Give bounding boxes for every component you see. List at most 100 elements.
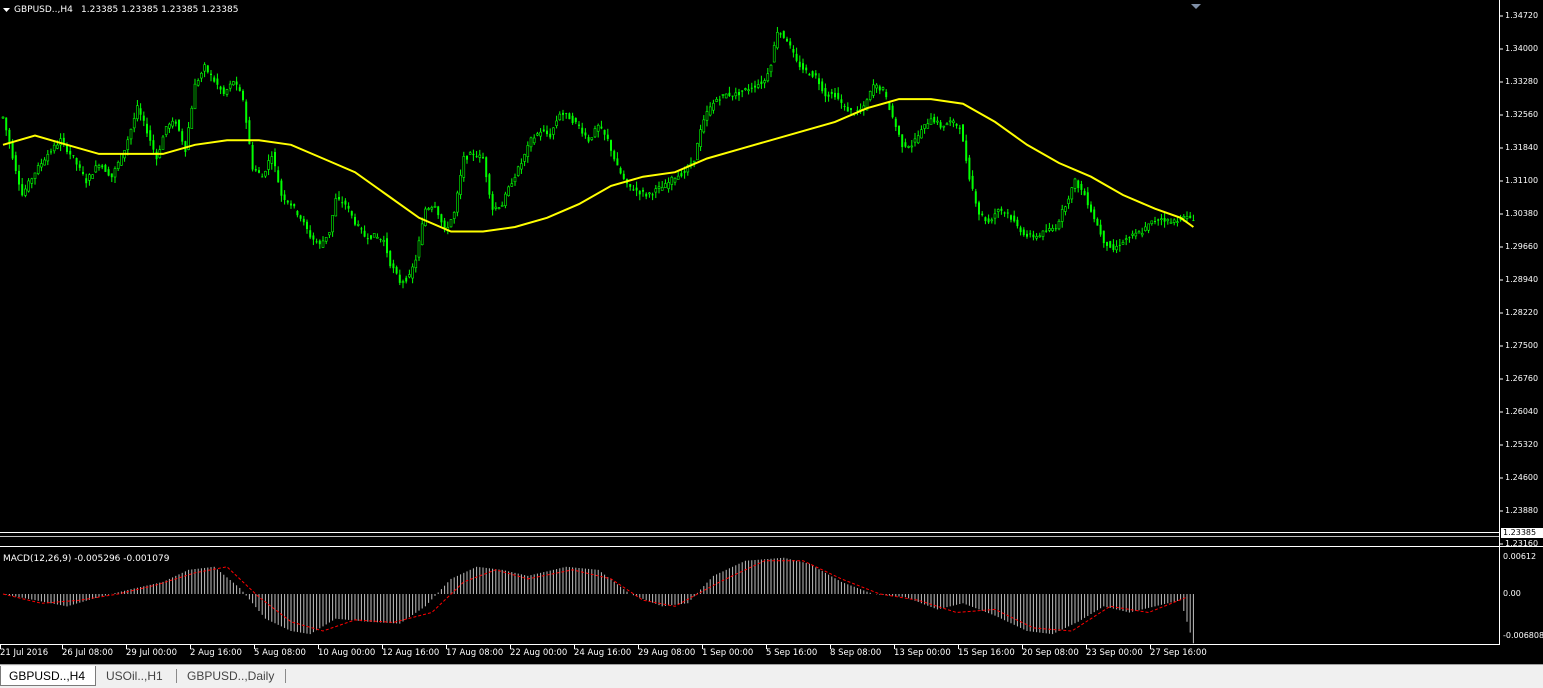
price-tick-label: 1.24600 (1505, 473, 1539, 482)
candle-body (475, 156, 478, 158)
candle-body (1054, 228, 1057, 230)
candle-body (1182, 215, 1186, 219)
time-tick-label: 29 Jul 00:00 (126, 648, 177, 658)
candle-body (222, 87, 225, 94)
candle-body (491, 194, 494, 210)
macd-indicator-label: MACD(12,26,9) -0.005296 -0.001079 (3, 554, 170, 564)
candle-body (168, 123, 171, 129)
candle-body (36, 165, 40, 174)
shift-marker-icon[interactable] (1191, 4, 1201, 9)
chart-canvas[interactable] (0, 0, 1543, 664)
candle-body (1029, 233, 1032, 235)
candle-body (728, 92, 731, 96)
price-tick-label: 1.28220 (1505, 308, 1539, 317)
candle-body (923, 124, 926, 129)
candle-body (568, 113, 571, 120)
candle-body (1185, 216, 1189, 219)
candle-body (149, 130, 152, 141)
candle-body (94, 165, 98, 173)
candle-body (40, 163, 43, 168)
candle-body (18, 170, 20, 185)
candle-body (1077, 180, 1080, 189)
candle-body (228, 83, 232, 89)
candle-body (993, 213, 997, 219)
tab-usoil-h1[interactable]: USOil..,H1 (98, 666, 178, 686)
candle-body (350, 211, 353, 216)
time-tick-label: 26 Jul 08:00 (62, 648, 113, 658)
tab-gbpusd-daily[interactable]: GBPUSD..,Daily (179, 666, 285, 686)
candle-body (1, 116, 5, 119)
candle-body (827, 94, 830, 97)
candle-body (606, 134, 609, 139)
candle-body (420, 223, 424, 245)
candle-body (91, 174, 94, 179)
candle-body (344, 200, 347, 205)
candle-body (392, 263, 395, 269)
candle-body (910, 145, 914, 148)
candle-body (600, 126, 603, 129)
symbol-label: GBPUSD..,H4 (14, 5, 73, 15)
price-tick-label: 1.26040 (1505, 407, 1539, 416)
chart-tabs-bar: GBPUSD..,H4 USOil..,H1 GBPUSD..,Daily (0, 664, 1543, 688)
candle-body (843, 105, 846, 107)
candle-body (354, 216, 356, 225)
candle-body (593, 128, 597, 138)
candle-body (958, 127, 961, 130)
candle-body (552, 127, 555, 135)
candle-body (945, 123, 949, 126)
candle-body (702, 119, 706, 133)
candle-body (936, 120, 939, 123)
candle-body (142, 115, 145, 121)
candle-body (971, 175, 974, 189)
candle-body (818, 78, 820, 85)
candle-body (721, 94, 725, 96)
candle-body (578, 124, 580, 126)
candle-body (654, 188, 658, 193)
candle-body (452, 212, 456, 219)
time-tick-label: 24 Aug 16:00 (574, 648, 632, 658)
time-tick-label: 13 Sep 00:00 (894, 648, 951, 658)
triangle-down-icon[interactable] (2, 4, 11, 16)
candle-body (324, 236, 328, 242)
candle-body (1134, 232, 1138, 237)
candle-body (744, 88, 747, 90)
candle-body (840, 99, 843, 103)
candle-body (104, 164, 107, 172)
ohlc-values: 1.23385 1.23385 1.23385 1.23385 (81, 5, 239, 15)
tab-gbpusd-h4[interactable]: GBPUSD..,H4 (0, 666, 96, 686)
candle-body (664, 183, 667, 188)
time-tick-label: 17 Aug 08:00 (446, 648, 504, 658)
price-tick-label: 1.34000 (1505, 44, 1539, 53)
candle-body (1140, 233, 1144, 236)
candle-body (776, 32, 779, 49)
candle-body (296, 210, 299, 216)
candle-body (532, 137, 536, 144)
candles-layer (1, 26, 1195, 289)
candle-body (795, 53, 798, 61)
candle-body (648, 192, 651, 195)
candle-body (152, 140, 155, 150)
candle-body (667, 182, 670, 189)
candle-body (565, 113, 568, 115)
candle-body (1038, 235, 1042, 238)
candle-body (1090, 204, 1092, 212)
candle-body (372, 233, 376, 238)
candle-body (200, 72, 203, 79)
candle-body (885, 91, 888, 98)
candle-body (277, 170, 280, 183)
candle-body (306, 221, 308, 230)
candle-body (1041, 230, 1045, 237)
candle-body (1172, 219, 1176, 223)
candle-body (116, 161, 120, 169)
candle-body (715, 98, 718, 102)
candle-body (178, 119, 180, 131)
candle-body (731, 95, 734, 97)
candle-body (466, 155, 468, 160)
candle-body (449, 219, 453, 228)
candle-body (811, 71, 814, 77)
candle-body (837, 92, 840, 99)
candle-body (539, 131, 542, 137)
candle-body (558, 113, 562, 121)
candle-body (52, 144, 56, 152)
candle-body (242, 90, 244, 100)
